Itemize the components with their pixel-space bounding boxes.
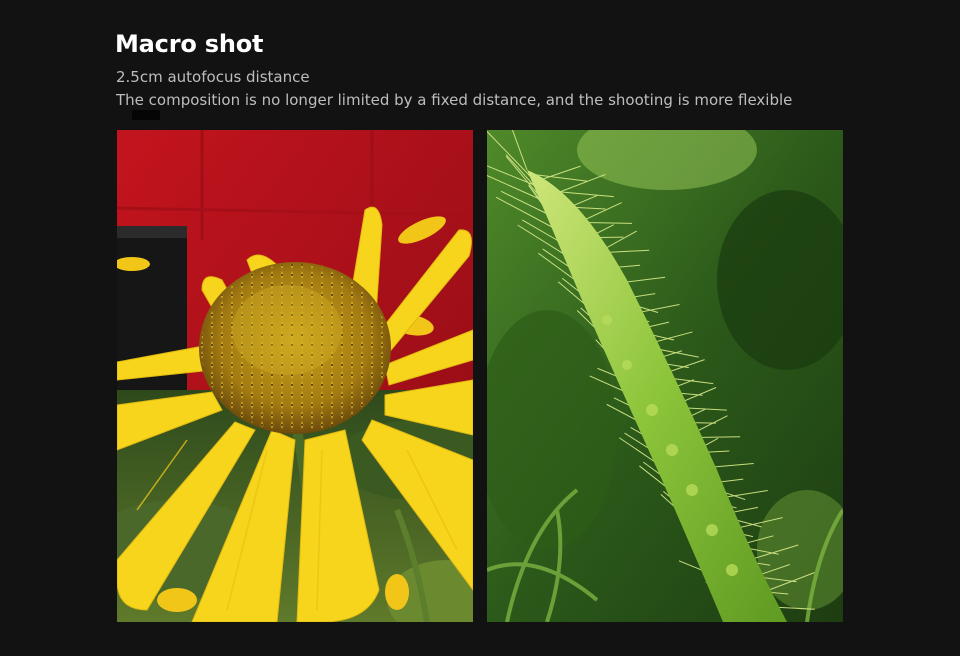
grass-photo-image <box>487 130 843 622</box>
flower-photo-image <box>117 130 473 622</box>
flower-macro-photo <box>117 130 473 622</box>
feature-header: Macro shot 2.5cm autofocus distance The … <box>115 28 915 112</box>
feature-title: Macro shot <box>115 30 264 58</box>
feature-description: The composition is no longer limited by … <box>116 91 793 109</box>
grass-macro-photo <box>487 130 843 622</box>
feature-subtitle: 2.5cm autofocus distance <box>116 68 310 86</box>
decorative-mark <box>132 110 160 120</box>
